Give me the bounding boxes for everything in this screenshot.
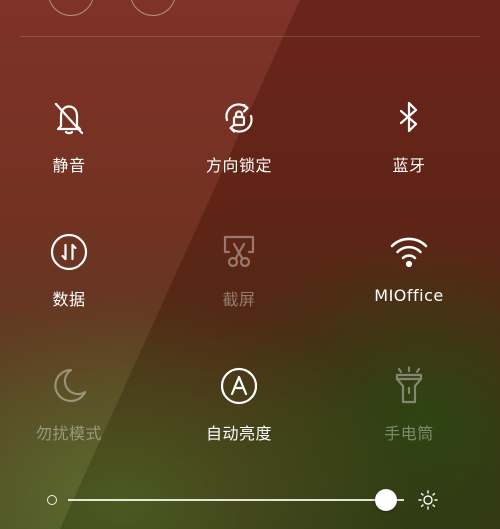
toggle-mute[interactable]: 静音	[0, 98, 144, 194]
flashlight-icon	[389, 366, 429, 406]
sun-icon	[418, 490, 438, 510]
auto-brightness-icon	[219, 366, 259, 406]
partial-toggle-icon[interactable]	[130, 0, 176, 16]
toggle-label: 方向锁定	[205, 156, 272, 175]
toggle-wifi[interactable]: MIOffice	[334, 232, 484, 328]
brightness-track[interactable]	[68, 499, 404, 501]
screenshot-scissors-icon	[219, 232, 259, 272]
toggle-label: MIOffice	[374, 286, 444, 305]
divider	[20, 36, 480, 37]
toggle-label: 蓝牙	[392, 156, 426, 175]
toggle-label: 手电筒	[384, 424, 434, 443]
toggle-auto-brightness[interactable]: 自动亮度	[164, 366, 314, 462]
toggle-label: 勿扰模式	[35, 424, 102, 443]
toggle-label: 数据	[52, 290, 86, 309]
toggle-mobile-data[interactable]: 数据	[0, 232, 144, 328]
brightness-slider[interactable]	[40, 486, 460, 514]
wifi-icon	[389, 232, 429, 272]
toggle-label: 自动亮度	[205, 424, 272, 443]
quick-settings-panel: 静音 方向锁定 蓝牙 数据 截屏 MIOffice 勿扰模式 自动亮度 手电筒	[0, 0, 500, 529]
rotation-lock-icon	[219, 98, 259, 138]
partial-toggle-icon[interactable]	[48, 0, 94, 16]
toggle-rotation-lock[interactable]: 方向锁定	[164, 98, 314, 194]
bell-off-icon	[49, 98, 89, 138]
bluetooth-icon	[389, 98, 429, 138]
mobile-data-icon	[49, 232, 89, 272]
toggle-flashlight[interactable]: 手电筒	[334, 366, 484, 462]
toggle-do-not-disturb[interactable]: 勿扰模式	[0, 366, 144, 462]
toggle-label: 截屏	[222, 290, 256, 309]
moon-icon	[49, 366, 89, 406]
toggle-screenshot[interactable]: 截屏	[164, 232, 314, 328]
toggle-label: 静音	[52, 156, 86, 175]
toggle-bluetooth[interactable]: 蓝牙	[334, 98, 484, 194]
dim-sun-icon	[47, 495, 57, 505]
brightness-thumb[interactable]	[374, 489, 397, 511]
